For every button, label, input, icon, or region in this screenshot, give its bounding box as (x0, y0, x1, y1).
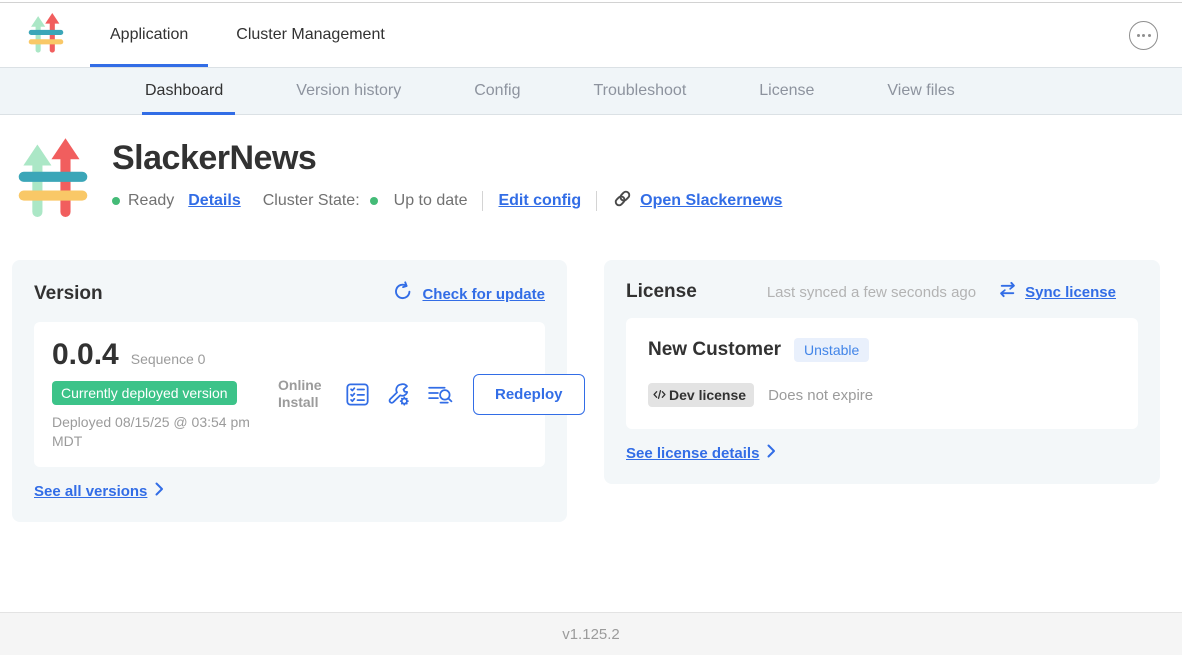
open-app-link[interactable]: Open Slackernews (612, 188, 782, 214)
tab-application[interactable]: Application (90, 3, 208, 67)
edit-config-link[interactable]: Edit config (498, 192, 581, 210)
app-logo-small[interactable] (26, 3, 66, 67)
subnav-item-dashboard[interactable]: Dashboard (145, 68, 223, 114)
app-header: SlackerNews Ready Details Cluster State:… (0, 115, 1182, 230)
redeploy-button[interactable]: Redeploy (473, 374, 585, 415)
cluster-state-value: Up to date (394, 192, 468, 210)
main-content: SlackerNews Ready Details Cluster State:… (0, 115, 1182, 612)
license-expiration: Does not expire (768, 387, 873, 404)
subnav-item-license[interactable]: License (759, 68, 814, 114)
console-version: v1.125.2 (562, 626, 620, 643)
license-card-title: License (626, 281, 697, 303)
footer: v1.125.2 (0, 612, 1182, 655)
cluster-state-label: Cluster State: (263, 192, 360, 210)
sync-arrows-icon (998, 281, 1018, 303)
see-license-details-link[interactable]: See license details (626, 444, 1138, 463)
license-panel: New Customer Unstable Dev license (626, 318, 1138, 429)
subnav-item-version-history[interactable]: Version history (296, 68, 401, 114)
page-title: SlackerNews (112, 139, 782, 178)
subnav-item-config[interactable]: Config (474, 68, 520, 114)
edit-config-button[interactable] (385, 381, 412, 408)
channel-badge: Unstable (794, 338, 869, 362)
tab-application-label: Application (110, 26, 188, 44)
customer-name: New Customer (648, 339, 781, 361)
tab-cluster-management-label: Cluster Management (236, 26, 385, 44)
install-type-label: Online Install (278, 377, 330, 412)
checklist-icon (344, 396, 371, 411)
refresh-icon (392, 281, 413, 307)
subnav-item-view-files[interactable]: View files (887, 68, 954, 114)
log-search-icon (426, 396, 455, 411)
version-card: Version Check for update 0.0.4 Sequ (12, 260, 567, 522)
last-synced-text: Last synced a few seconds ago (767, 284, 976, 301)
check-for-update-link[interactable]: Check for update (392, 281, 545, 307)
view-logs-button[interactable] (426, 381, 455, 408)
slackernews-logo-large-icon (14, 131, 92, 230)
chevron-right-icon (767, 444, 776, 463)
divider (596, 191, 597, 211)
license-type-badge: Dev license (648, 383, 754, 407)
current-version-panel: 0.0.4 Sequence 0 Currently deployed vers… (34, 322, 545, 467)
tab-cluster-management[interactable]: Cluster Management (216, 3, 405, 67)
status-details-link[interactable]: Details (188, 192, 240, 210)
overflow-menu-button[interactable] (1129, 21, 1158, 50)
slackernews-logo-icon (26, 11, 66, 60)
sequence-label: Sequence 0 (131, 351, 206, 367)
version-card-title: Version (34, 283, 103, 305)
sync-license-link[interactable]: Sync license (998, 281, 1116, 303)
see-all-versions-link[interactable]: See all versions (34, 482, 545, 501)
wrench-gear-icon (385, 396, 412, 411)
top-navbar: Application Cluster Management (0, 3, 1182, 67)
deployed-timestamp: Deployed 08/15/25 @ 03:54 pm MDT (52, 413, 268, 451)
chevron-right-icon (155, 482, 164, 501)
preflight-checks-button[interactable] (344, 381, 371, 408)
version-number: 0.0.4 (52, 338, 119, 372)
divider (482, 191, 483, 211)
chain-link-icon (612, 188, 633, 214)
license-card: License Last synced a few seconds ago (604, 260, 1160, 484)
ellipsis-icon (1137, 34, 1140, 37)
deployed-status-badge: Currently deployed version (52, 381, 237, 405)
subnav-item-troubleshoot[interactable]: Troubleshoot (593, 68, 686, 114)
code-icon (653, 387, 666, 403)
app-status-dot (112, 197, 120, 205)
app-status-text: Ready (128, 192, 174, 210)
cluster-state-dot (370, 197, 378, 205)
app-subnav: Dashboard Version history Config Trouble… (0, 67, 1182, 115)
